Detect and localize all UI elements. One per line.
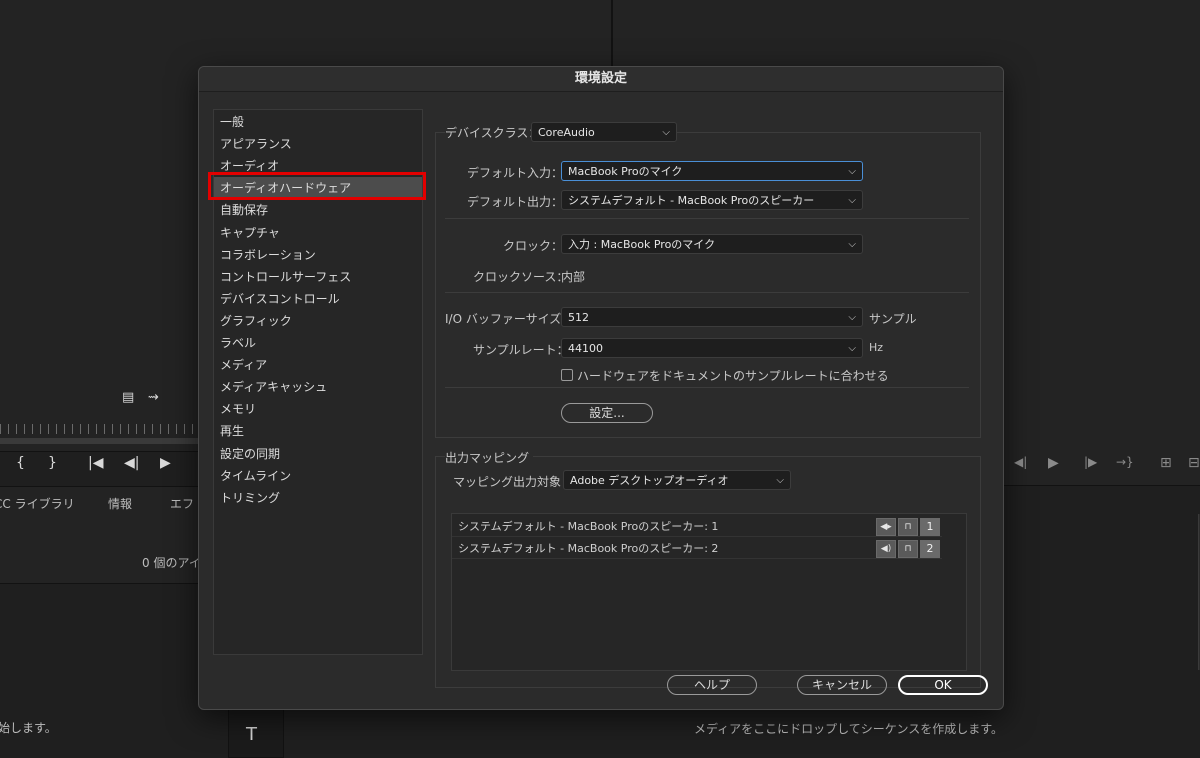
monitor-scrollbar[interactable] [0,438,198,444]
buffer-size-label: I/O バッファーサイズ： [445,312,574,326]
clock-value: 入力 : MacBook Proのマイク [568,238,716,251]
nav-item[interactable]: タイムライン [214,465,422,487]
device-class-value: CoreAudio [538,126,595,139]
clock-label: クロック： [503,239,564,253]
mapping-row-label: システムデフォルト - MacBook Proのスピーカー: 2 [458,542,719,555]
mapping-row[interactable]: システムデフォルト - MacBook Proのスピーカー: 1 [452,516,942,537]
default-input-value: MacBook Proのマイク [568,165,683,178]
channel-assign-icon[interactable]: ⊓ [898,518,918,536]
mark-out-button[interactable]: } [48,455,57,471]
device-class-label: デバイスクラス： [445,124,543,141]
default-output-select[interactable]: システムデフォルト - MacBook Proのスピーカー ⌵ [561,190,863,210]
right-footer-text: メディアをここにドロップしてシーケンスを作成します。 [694,722,1004,736]
speaker-icon[interactable]: ◀▸ [876,518,896,536]
chevron-down-icon: ⌵ [776,475,784,486]
divider [445,387,969,388]
nav-item[interactable]: コラボレーション [214,244,422,266]
clock-source-value: 内部 [561,270,586,284]
nav-item[interactable]: 一般 [214,111,422,133]
type-tool-icon[interactable]: T [246,724,257,745]
dialog-title: 環境設定 [199,67,1003,92]
match-sample-rate-label: ハードウェアをドキュメントのサンプルレートに合わせる [577,369,889,383]
divider [445,218,969,219]
divider [445,292,969,293]
mapping-row[interactable]: システムデフォルト - MacBook Proのスピーカー: 2 [452,538,942,559]
output-mapping-list: システムデフォルト - MacBook Proのスピーカー: 1 ◀▸ ⊓ 1 … [451,513,1200,671]
channel-number: 2 [920,540,940,558]
nav-item[interactable]: 自動保存 [214,199,422,221]
sample-rate-label: サンプルレート： [473,343,569,357]
nav-item[interactable]: トリミング [214,487,422,509]
mapping-target-select[interactable]: Adobe デスクトップオーディオ ⌵ [563,470,791,490]
mapping-row-label: システムデフォルト - MacBook Proのスピーカー: 1 [458,520,719,533]
right-insert-button[interactable]: ⊞ [1160,455,1172,471]
right-overwrite-button[interactable]: ⊟ [1188,455,1200,471]
chevron-down-icon: ⌵ [848,195,856,206]
tab-effects[interactable]: エフ [170,495,194,512]
mapping-target-value: Adobe デスクトップオーディオ [570,474,729,487]
nav-item[interactable]: 再生 [214,420,422,442]
nav-item[interactable]: メディア [214,354,422,376]
sample-rate-value: 44100 [568,342,603,355]
device-class-select[interactable]: CoreAudio ⌵ [531,122,677,142]
chevron-down-icon: ⌵ [848,239,856,250]
preferences-dialog: 環境設定 一般 アピアランス オーディオ オーディオハードウェア 自動保存 キャプチャ コラ… [198,66,1200,710]
nav-item[interactable]: コントロールサーフェス [214,266,422,288]
nav-item[interactable]: メモリ [214,398,422,420]
output-mapping-title: 出力マッピング [445,449,534,466]
go-to-in-button[interactable]: |◀ [88,455,103,471]
nav-item[interactable]: デバイスコントロール [214,288,422,310]
clock-source-label: クロックソース： [473,270,569,284]
mapping-target-label: マッピング出力対象： [453,475,574,489]
left-footer-text: 始します。 [0,721,57,735]
nav-item[interactable]: アピアランス [214,133,422,155]
sample-rate-select[interactable]: 44100 ⌵ [561,338,863,358]
nav-item[interactable]: キャプチャ [214,222,422,244]
device-settings-button[interactable]: 設定... [561,403,653,423]
sample-rate-unit: Hz [869,341,884,354]
nav-item[interactable]: ラベル [214,332,422,354]
buffer-size-select[interactable]: 512 ⌵ [561,307,863,327]
nav-item[interactable]: グラフィック [214,310,422,332]
chevron-down-icon: ⌵ [662,127,670,138]
annotation-highlight-box [208,172,426,200]
nav-item[interactable]: メディアキャッシュ [214,376,422,398]
nav-item[interactable]: 設定の同期 [214,443,422,465]
channel-assign-icon[interactable]: ⊓ [898,540,918,558]
settings-icon[interactable]: ▤ [122,390,134,405]
chevron-down-icon: ⌵ [848,343,856,354]
ok-button[interactable]: OK [898,675,988,695]
clock-select[interactable]: 入力 : MacBook Proのマイク ⌵ [561,234,863,254]
default-output-value: システムデフォルト - MacBook Proのスピーカー [568,194,815,207]
chevron-down-icon: ⌵ [848,166,856,177]
mark-in-button[interactable]: { [16,455,25,471]
step-back-button[interactable]: ◀| [124,455,139,471]
cancel-button[interactable]: キャンセル [797,675,887,695]
buffer-size-value: 512 [568,311,589,324]
default-input-select[interactable]: MacBook Proのマイク ⌵ [561,161,863,181]
tab-info[interactable]: 情報 [108,495,132,512]
tab-cc-libraries[interactable]: CC ライブラリ [0,495,75,512]
default-output-label: デフォルト出力： [467,195,564,209]
right-step-forward-button[interactable]: |▶ [1084,455,1097,469]
channel-number: 1 [920,518,940,536]
buffer-unit-label: サンプル [869,312,917,326]
speaker-icon[interactable]: ◀) [876,540,896,558]
match-sample-rate-checkbox[interactable] [561,369,573,381]
right-play-button[interactable]: ▶ [1048,455,1059,471]
default-input-label: デフォルト入力： [467,166,564,180]
waveform-icon[interactable]: ⇝ [148,390,159,405]
help-button[interactable]: ヘルプ [667,675,757,695]
right-step-back-button[interactable]: ◀| [1014,455,1027,469]
right-go-to-out-button[interactable]: →} [1116,455,1134,469]
timeline-ruler[interactable] [0,424,198,434]
chevron-down-icon: ⌵ [848,312,856,323]
play-button[interactable]: ▶ [160,455,171,471]
